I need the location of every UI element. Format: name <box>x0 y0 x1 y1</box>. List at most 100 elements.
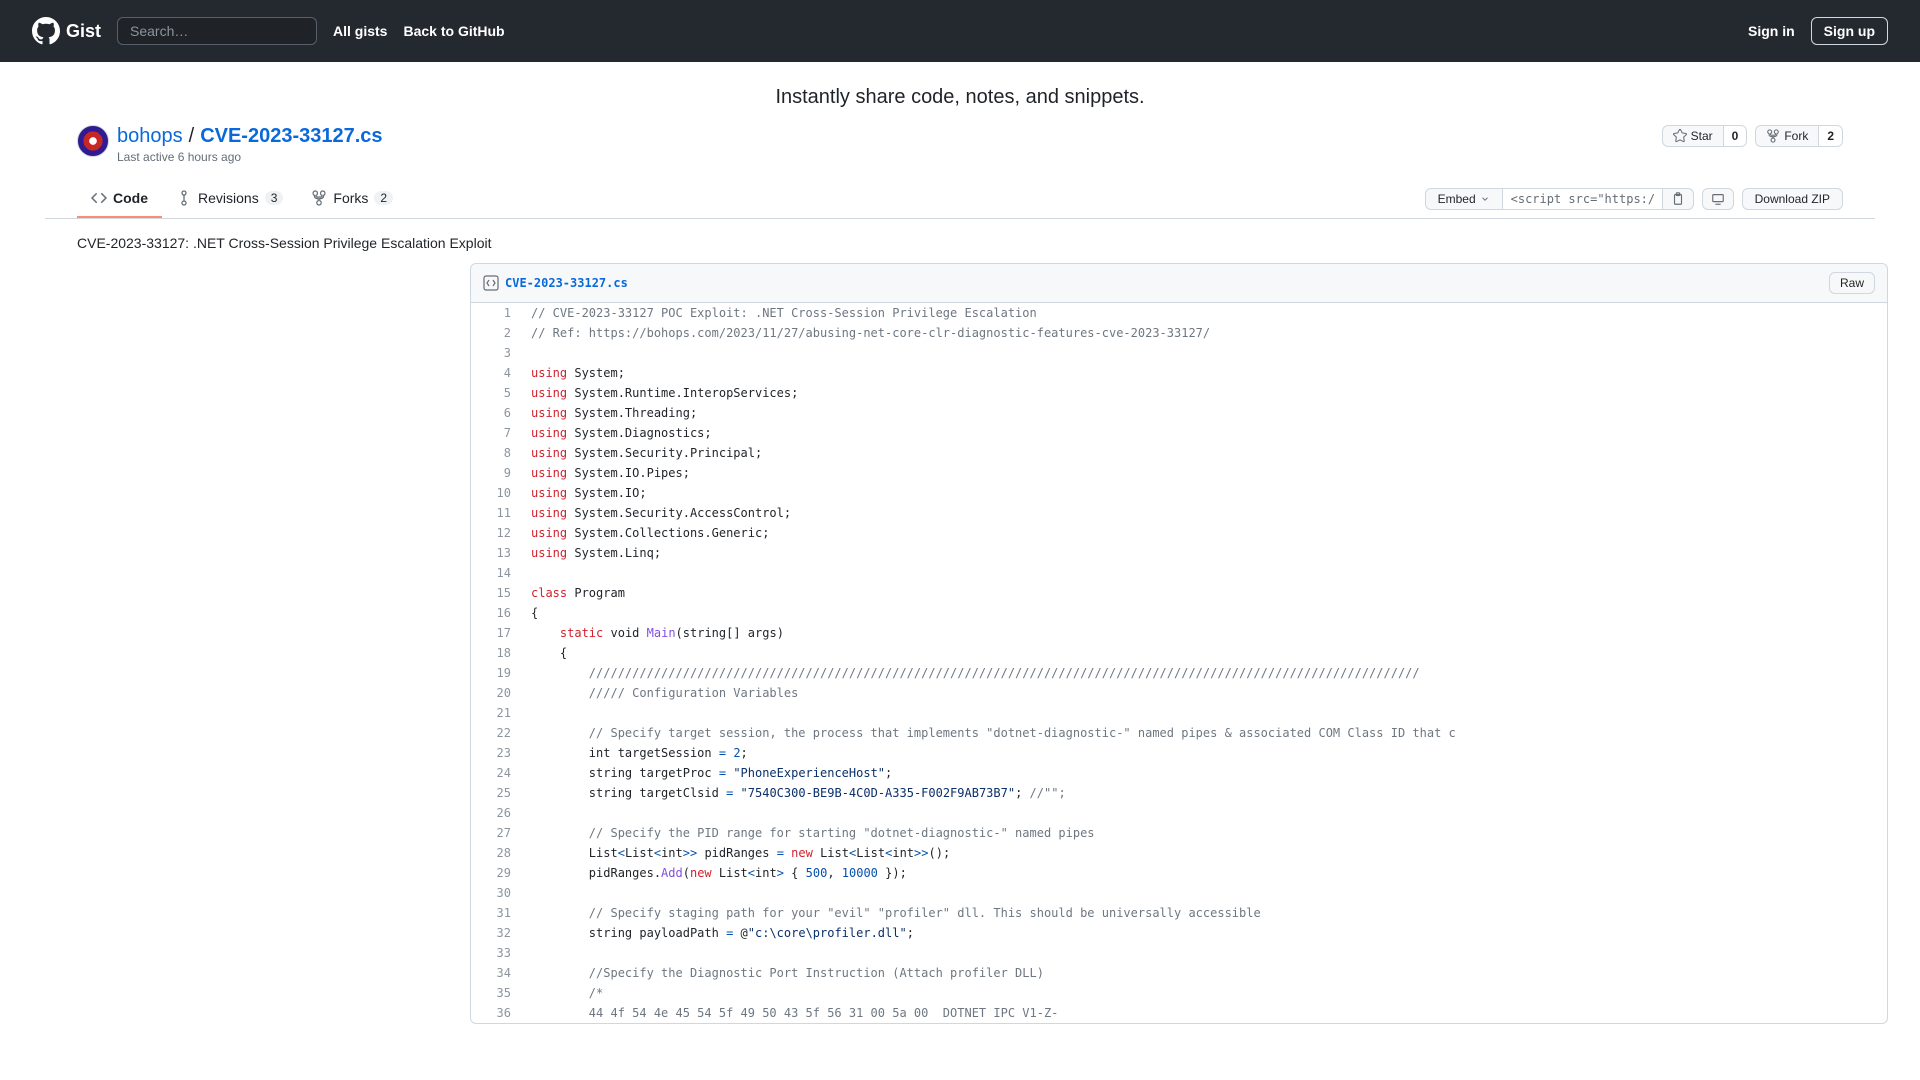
line-number[interactable]: 23 <box>471 743 521 763</box>
line-number[interactable]: 30 <box>471 883 521 903</box>
raw-button[interactable]: Raw <box>1829 272 1875 294</box>
embed-dropdown[interactable]: Embed <box>1425 188 1503 210</box>
top-header: Gist All gists Back to GitHub Sign in Si… <box>0 0 1920 62</box>
line-content <box>521 343 1887 363</box>
line-content <box>521 703 1887 723</box>
line-number[interactable]: 32 <box>471 923 521 943</box>
line-number[interactable]: 2 <box>471 323 521 343</box>
code-line: 3 <box>471 343 1887 363</box>
tab-revisions[interactable]: Revisions 3 <box>162 180 297 218</box>
line-number[interactable]: 12 <box>471 523 521 543</box>
line-content: using System; <box>521 363 1887 383</box>
line-number[interactable]: 24 <box>471 763 521 783</box>
back-to-github-link[interactable]: Back to GitHub <box>403 23 504 39</box>
fork-icon <box>1766 129 1780 143</box>
star-count: 0 <box>1723 126 1747 146</box>
line-number[interactable]: 36 <box>471 1003 521 1023</box>
line-number[interactable]: 3 <box>471 343 521 363</box>
line-number[interactable]: 28 <box>471 843 521 863</box>
revisions-count: 3 <box>265 191 284 205</box>
code-line: 34 //Specify the Diagnostic Port Instruc… <box>471 963 1887 983</box>
line-number[interactable]: 8 <box>471 443 521 463</box>
file-box: CVE-2023-33127.cs Raw 1// CVE-2023-33127… <box>470 263 1888 1024</box>
line-number[interactable]: 4 <box>471 363 521 383</box>
code-line: 24 string targetProc = "PhoneExperienceH… <box>471 763 1887 783</box>
line-content: ////////////////////////////////////////… <box>521 663 1887 683</box>
tagline: Instantly share code, notes, and snippet… <box>0 62 1920 125</box>
line-number[interactable]: 27 <box>471 823 521 843</box>
forks-count: 2 <box>374 191 393 205</box>
code-line: 32 string payloadPath = @"c:\core\profil… <box>471 923 1887 943</box>
line-number[interactable]: 25 <box>471 783 521 803</box>
tab-code[interactable]: Code <box>77 180 162 218</box>
gist-logo[interactable]: Gist <box>32 17 101 45</box>
line-number[interactable]: 35 <box>471 983 521 1003</box>
line-number[interactable]: 5 <box>471 383 521 403</box>
code-line: 6using System.Threading; <box>471 403 1887 423</box>
line-number[interactable]: 1 <box>471 303 521 323</box>
line-number[interactable]: 13 <box>471 543 521 563</box>
line-content: string targetClsid = "7540C300-BE9B-4C0D… <box>521 783 1887 803</box>
code-line: 7using System.Diagnostics; <box>471 423 1887 443</box>
line-number[interactable]: 14 <box>471 563 521 583</box>
fork-button[interactable]: Fork 2 <box>1755 125 1843 147</box>
line-number[interactable]: 10 <box>471 483 521 503</box>
embed-url-input[interactable] <box>1503 188 1663 210</box>
line-content: using System.IO.Pipes; <box>521 463 1887 483</box>
star-button[interactable]: Star 0 <box>1662 125 1748 147</box>
code-square-icon <box>483 275 499 291</box>
line-content: class Program <box>521 583 1887 603</box>
code-line: 4using System; <box>471 363 1887 383</box>
line-number[interactable]: 6 <box>471 403 521 423</box>
code-line: 22 // Specify target session, the proces… <box>471 723 1887 743</box>
line-content: using System.Threading; <box>521 403 1887 423</box>
line-content: int targetSession = 2; <box>521 743 1887 763</box>
line-number[interactable]: 11 <box>471 503 521 523</box>
line-number[interactable]: 31 <box>471 903 521 923</box>
copy-button[interactable] <box>1663 188 1694 210</box>
file-name-link[interactable]: CVE-2023-33127.cs <box>505 276 628 290</box>
code-line: 18 { <box>471 643 1887 663</box>
line-number[interactable]: 16 <box>471 603 521 623</box>
code-line: 14 <box>471 563 1887 583</box>
code-line: 28 List<List<int>> pidRanges = new List<… <box>471 843 1887 863</box>
desktop-button[interactable] <box>1702 188 1734 210</box>
line-number[interactable]: 26 <box>471 803 521 823</box>
author-link[interactable]: bohops <box>117 125 183 148</box>
sign-up-button[interactable]: Sign up <box>1811 17 1888 45</box>
line-number[interactable]: 19 <box>471 663 521 683</box>
line-number[interactable]: 15 <box>471 583 521 603</box>
gist-description: CVE-2023-33127: .NET Cross-Session Privi… <box>45 235 1875 263</box>
search-input[interactable] <box>117 17 317 45</box>
last-active: Last active 6 hours ago <box>117 150 383 164</box>
code-line: 30 <box>471 883 1887 903</box>
line-content: // Specify the PID range for starting "d… <box>521 823 1887 843</box>
line-number[interactable]: 34 <box>471 963 521 983</box>
tab-forks[interactable]: Forks 2 <box>297 180 407 218</box>
line-number[interactable]: 18 <box>471 643 521 663</box>
code-line: 15class Program <box>471 583 1887 603</box>
all-gists-link[interactable]: All gists <box>333 23 387 39</box>
line-number[interactable]: 17 <box>471 623 521 643</box>
gist-filename-link[interactable]: CVE-2023-33127.cs <box>200 125 382 148</box>
line-number[interactable]: 9 <box>471 463 521 483</box>
code-line: 20 ///// Configuration Variables <box>471 683 1887 703</box>
code-line: 12using System.Collections.Generic; <box>471 523 1887 543</box>
line-content: // Specify target session, the process t… <box>521 723 1887 743</box>
desktop-icon <box>1711 192 1725 206</box>
line-number[interactable]: 20 <box>471 683 521 703</box>
line-number[interactable]: 29 <box>471 863 521 883</box>
code-line: 8using System.Security.Principal; <box>471 443 1887 463</box>
line-number[interactable]: 33 <box>471 943 521 963</box>
line-content <box>521 803 1887 823</box>
sign-in-link[interactable]: Sign in <box>1748 23 1795 39</box>
line-content: // CVE-2023-33127 POC Exploit: .NET Cros… <box>521 303 1887 323</box>
line-number[interactable]: 21 <box>471 703 521 723</box>
line-number[interactable]: 22 <box>471 723 521 743</box>
line-content: using System.Security.AccessControl; <box>521 503 1887 523</box>
avatar[interactable] <box>77 125 109 157</box>
line-content: using System.Linq; <box>521 543 1887 563</box>
line-content: { <box>521 643 1887 663</box>
line-number[interactable]: 7 <box>471 423 521 443</box>
download-zip-button[interactable]: Download ZIP <box>1742 188 1843 210</box>
